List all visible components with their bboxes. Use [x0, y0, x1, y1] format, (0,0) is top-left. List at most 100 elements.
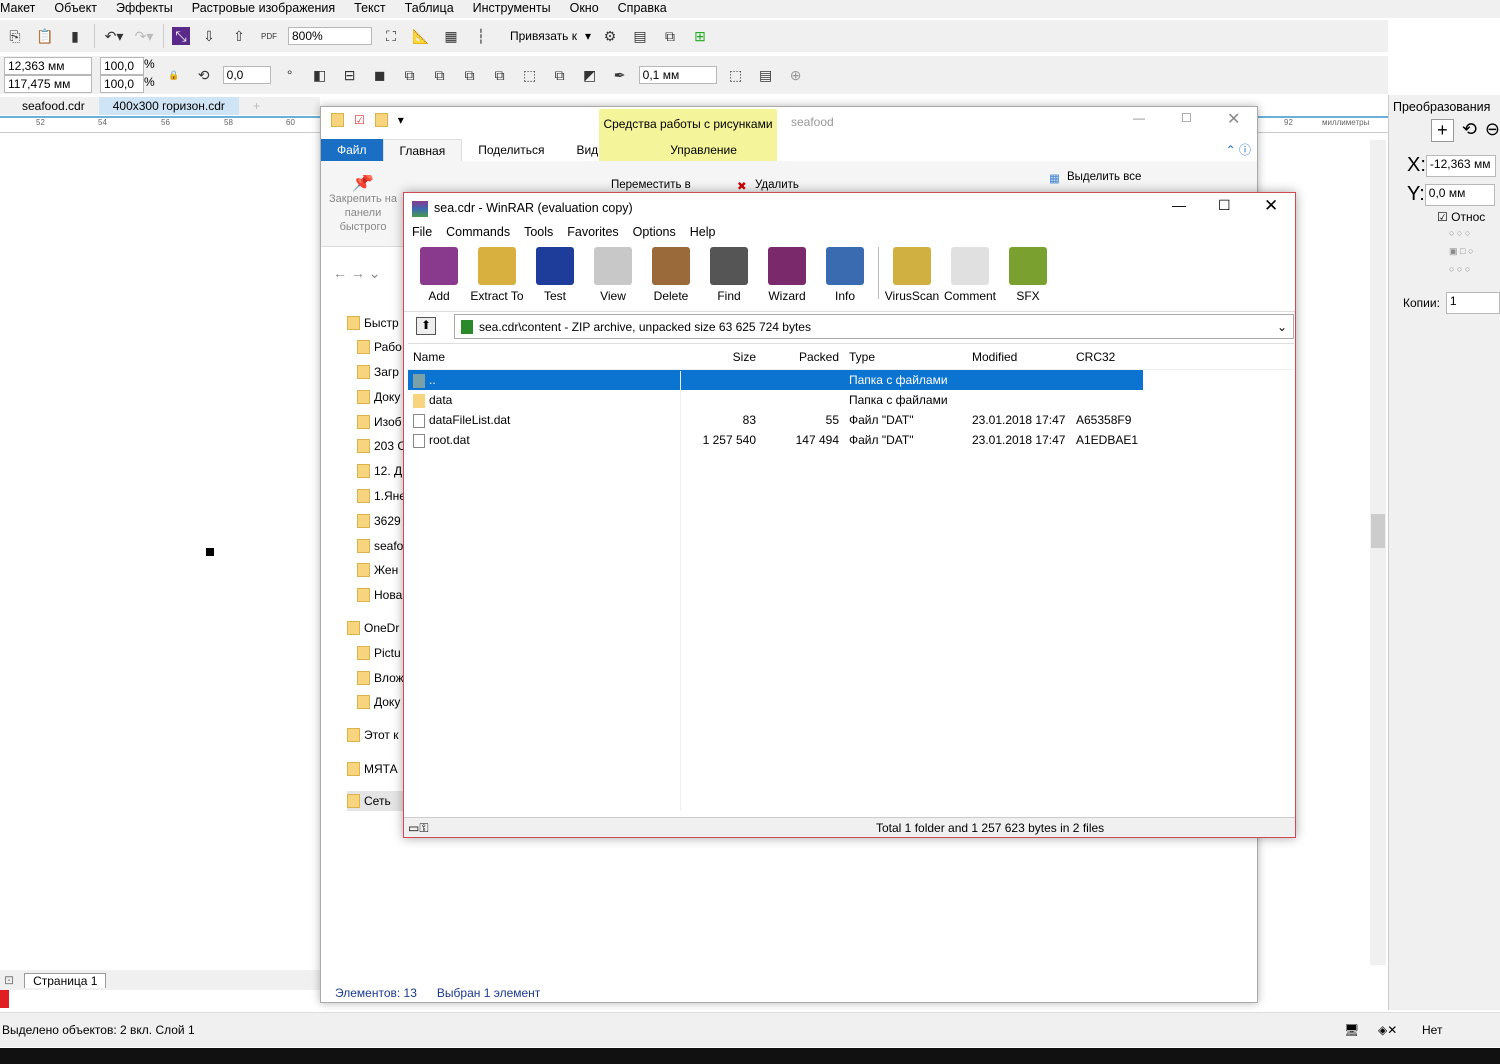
trim-icon[interactable]: ⧉ — [429, 64, 451, 86]
redo-icon[interactable]: ↷▾ — [133, 25, 155, 47]
paste-icon[interactable]: ▮ — [64, 25, 86, 47]
tab-seafood[interactable]: seafood.cdr — [0, 97, 99, 115]
front-minus-back-icon[interactable]: ⬚ — [519, 64, 541, 86]
address-bar[interactable]: sea.cdr\content - ZIP archive, unpacked … — [454, 314, 1294, 339]
intersect-icon[interactable]: ⧉ — [459, 64, 481, 86]
column-crc32[interactable]: CRC32 — [1071, 344, 1143, 369]
align-distribute-icon[interactable]: ▤ — [755, 64, 777, 86]
menu-help[interactable]: Help — [690, 225, 716, 239]
menu-text[interactable]: Текст — [354, 0, 385, 18]
column-modified[interactable]: Modified — [967, 344, 1071, 369]
menu-layout[interactable]: Макет — [0, 0, 35, 18]
tab-horizon[interactable]: 400x300 горизон.cdr — [98, 97, 239, 115]
table-row[interactable]: dataFileList.dat 83 55 Файл "DAT" 23.01.2018… — [408, 410, 1294, 430]
color-swatch-red[interactable] — [0, 990, 9, 1008]
boundary-icon[interactable]: ◩ — [579, 64, 601, 86]
new-folder-icon[interactable] — [374, 113, 388, 127]
customize-icon[interactable]: ▾ — [398, 113, 404, 127]
weld-icon[interactable]: ⧉ — [399, 64, 421, 86]
column-name[interactable]: Name — [408, 344, 679, 369]
menu-favorites[interactable]: Favorites — [567, 225, 618, 239]
column-packed[interactable]: Packed — [761, 344, 844, 369]
simplify-icon[interactable]: ⧉ — [489, 64, 511, 86]
paste-icon[interactable]: 📋 — [34, 25, 56, 47]
tool-add[interactable]: Add — [410, 247, 468, 309]
color-proof-icon[interactable]: 🖥 — [1344, 1013, 1359, 1048]
anchor-grid[interactable]: ○ ○ ○ ▣ □ ○ ○ ○ ○ — [1389, 224, 1500, 278]
help-icon[interactable]: ⌃ ⓘ — [1226, 139, 1257, 161]
add-page-icon[interactable]: ⊡ — [4, 973, 14, 987]
chevron-down-icon[interactable]: ⌄ — [1277, 320, 1293, 334]
menu-tools[interactable]: Инструменты — [473, 0, 551, 18]
table-row[interactable]: .. Папка с файлами — [408, 370, 1143, 390]
add-icon[interactable]: ⊕ — [785, 64, 807, 86]
menu-commands[interactable]: Commands — [446, 225, 510, 239]
window-icon[interactable]: ⧉ — [659, 25, 681, 47]
tool-virusscan[interactable]: VirusScan — [883, 247, 941, 309]
menu-help[interactable]: Справка — [618, 0, 667, 18]
menu-window[interactable]: Окно — [570, 0, 599, 18]
move-to-button[interactable]: Переместить в — [611, 179, 691, 191]
menu-table[interactable]: Таблица — [405, 0, 454, 18]
tab-share[interactable]: Поделиться — [462, 139, 560, 161]
scale-y-field[interactable]: 100,0 — [100, 75, 144, 93]
undo-icon[interactable]: ↶▾ — [103, 25, 125, 47]
x-field[interactable]: -12,363 мм — [1425, 154, 1496, 177]
up-folder-button[interactable]: ⬆ — [416, 317, 436, 335]
align-icon[interactable]: ⊟ — [339, 64, 361, 86]
scrollbar-thumb[interactable] — [1371, 514, 1385, 548]
vertical-scrollbar[interactable] — [1370, 140, 1386, 965]
copy-icon[interactable]: ⎘ — [4, 25, 26, 47]
position-icon[interactable]: + — [1431, 119, 1454, 142]
close-button[interactable]: ✕ — [1227, 109, 1240, 129]
tab-file[interactable]: Файл — [321, 139, 383, 161]
grid-icon[interactable]: ▦ — [440, 25, 462, 47]
column-size[interactable]: Size — [679, 344, 761, 369]
delete-button[interactable]: Удалить — [755, 179, 799, 191]
guidelines-icon[interactable]: ┆ — [470, 25, 492, 47]
tab-view[interactable]: Вид — [560, 139, 614, 161]
tool-test[interactable]: Test — [526, 247, 584, 309]
new-tab-button[interactable]: + — [239, 97, 274, 115]
back-minus-front-icon[interactable]: ⧉ — [549, 64, 571, 86]
rotate-icon[interactable]: ⟲ — [1462, 119, 1477, 142]
tool-comment[interactable]: Comment — [941, 247, 999, 309]
relative-checkbox[interactable]: ☑ — [1437, 210, 1448, 224]
group-icon[interactable]: ◼ — [369, 64, 391, 86]
add-icon[interactable]: ⊞ — [689, 25, 711, 47]
outline-width-select[interactable]: 0,1 мм — [638, 66, 717, 84]
position-y-field[interactable]: 117,475 мм — [4, 75, 92, 93]
select-all-button[interactable]: Выделить все — [1067, 171, 1141, 183]
maximize-button[interactable]: ☐ — [1181, 111, 1192, 125]
y-field[interactable]: 0,0 мм — [1424, 183, 1495, 206]
tool-delete[interactable]: Delete — [642, 247, 700, 309]
properties-icon[interactable]: ☑ — [354, 113, 365, 127]
tool-find[interactable]: Find — [700, 247, 758, 309]
rotation-angle-field[interactable]: 0,0 — [222, 66, 271, 84]
rulers-icon[interactable]: 📐 — [410, 25, 432, 47]
menu-object[interactable]: Объект — [54, 0, 97, 18]
full-screen-icon[interactable]: ⛶ — [380, 25, 402, 47]
menu-bitmaps[interactable]: Растровые изображения — [192, 0, 335, 18]
pin-button[interactable]: 📌Закрепить на панели быстрого доступа — [327, 175, 399, 235]
maximize-button[interactable]: ☐ — [1218, 197, 1231, 214]
snap-to-dropdown[interactable]: Привязать к — [510, 29, 577, 43]
menu-tools[interactable]: Tools — [524, 225, 553, 239]
folder-icon[interactable] — [331, 113, 344, 127]
table-row[interactable]: data Папка с файлами — [408, 390, 1294, 410]
tool-view[interactable]: View — [584, 247, 642, 309]
menu-options[interactable]: Options — [633, 225, 676, 239]
tool-info[interactable]: Info — [816, 247, 874, 309]
minimize-button[interactable]: — — [1172, 197, 1186, 213]
corel-connect-icon[interactable]: ⤡ — [172, 27, 190, 45]
tool-sfx[interactable]: SFX — [999, 247, 1057, 309]
menu-file[interactable]: File — [412, 225, 432, 239]
wrap-icon[interactable]: ⬚ — [725, 64, 747, 86]
tool-wizard[interactable]: Wizard — [758, 247, 816, 309]
mirror-icon[interactable]: ◧ — [309, 64, 331, 86]
gear-icon[interactable]: ⚙ — [599, 25, 621, 47]
scale-x-field[interactable]: 100,0 — [100, 57, 144, 75]
table-row[interactable]: root.dat 1 257 540 147 494 Файл "DAT" 23.01.… — [408, 430, 1294, 450]
pdf-icon[interactable]: PDF — [258, 25, 280, 47]
import-icon[interactable]: ⇩ — [198, 25, 220, 47]
